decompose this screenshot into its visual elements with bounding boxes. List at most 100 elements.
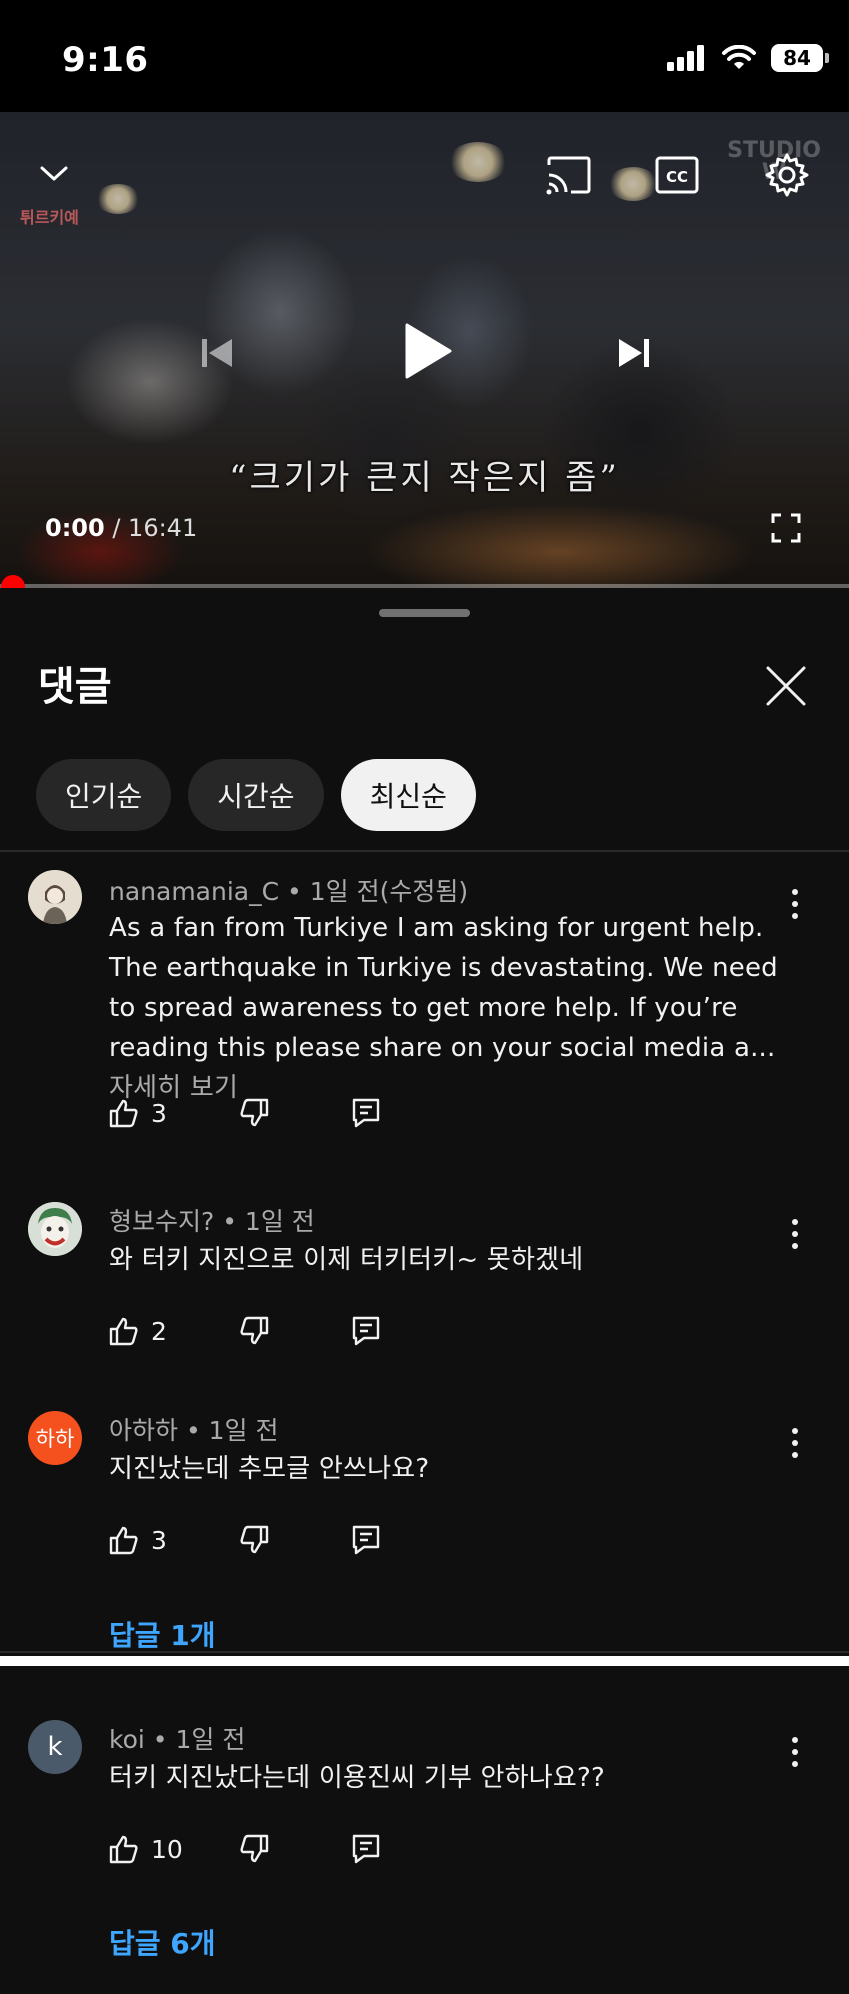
- reply-button[interactable]: [352, 1098, 380, 1128]
- kebab-dot: [792, 901, 798, 907]
- panel-title: 댓글: [38, 664, 112, 710]
- reply-button[interactable]: [352, 1316, 380, 1346]
- chevron-down-icon: [40, 166, 68, 181]
- comment-time: • 1일 전: [144, 1725, 246, 1754]
- cast-button[interactable]: [542, 150, 596, 200]
- thumbs-up-icon: [109, 1526, 138, 1555]
- cast-icon: [546, 156, 591, 195]
- comment-meta: 형보수지? • 1일 전: [109, 1202, 315, 1238]
- fullscreen-button[interactable]: [766, 508, 806, 548]
- time-separator: /: [104, 514, 129, 542]
- reply-button[interactable]: [352, 1525, 380, 1555]
- channel-watermark: 튀르키예: [20, 208, 79, 227]
- replies-link[interactable]: 답글 1개: [109, 1614, 216, 1654]
- comment-meta: koi • 1일 전: [109, 1720, 245, 1756]
- replies-link[interactable]: 답글 6개: [109, 1922, 216, 1962]
- like-count: 3: [151, 1098, 167, 1128]
- play-button[interactable]: [388, 308, 468, 394]
- sort-chips: 인기순 시간순 최신순: [36, 759, 476, 831]
- like-count: 3: [151, 1525, 167, 1555]
- thumbs-down-icon: [240, 1098, 269, 1127]
- comment-meta: 아하하 • 1일 전: [109, 1411, 279, 1447]
- avatar[interactable]: [28, 1202, 82, 1256]
- drag-handle[interactable]: [379, 609, 470, 617]
- reply-icon: [352, 1834, 380, 1864]
- comment-actions: 2: [109, 1316, 380, 1346]
- gear-icon: [765, 153, 809, 197]
- avatar-illustration: [28, 870, 82, 924]
- close-icon: [766, 666, 806, 706]
- comment-author[interactable]: nanamania_C: [109, 877, 279, 906]
- skip-next-icon: [619, 339, 649, 367]
- cellular-signal-icon: [667, 45, 704, 71]
- kebab-dot: [792, 1219, 798, 1225]
- status-time: 9:16: [62, 40, 149, 80]
- comment-author[interactable]: 형보수지?: [109, 1207, 214, 1236]
- captions-icon: CC: [655, 156, 699, 194]
- thumbs-up-icon: [109, 1317, 138, 1346]
- avatar-illustration: [28, 1202, 82, 1256]
- reply-icon: [352, 1525, 380, 1555]
- play-icon: [405, 323, 452, 379]
- dislike-button[interactable]: [239, 1834, 269, 1864]
- fullscreen-icon: [771, 513, 801, 543]
- chip-newest[interactable]: 최신순: [340, 759, 476, 831]
- svg-text:CC: CC: [666, 168, 688, 186]
- reply-icon: [352, 1316, 380, 1346]
- comment-time: • 1일 전(수정됨): [279, 877, 469, 906]
- comment-meta: nanamania_C • 1일 전(수정됨): [109, 872, 468, 908]
- captions-button[interactable]: CC: [652, 150, 702, 200]
- chip-by-time[interactable]: 시간순: [188, 759, 324, 831]
- kebab-dot: [792, 1231, 798, 1237]
- kebab-dot: [792, 1737, 798, 1743]
- settings-button[interactable]: [760, 148, 814, 202]
- timecode: 0:00 / 16:41: [45, 514, 197, 542]
- thumbs-down-icon: [240, 1834, 269, 1863]
- comment-actions: 10: [109, 1834, 380, 1864]
- dislike-button[interactable]: [239, 1525, 269, 1555]
- comment-actions: 3: [109, 1525, 380, 1555]
- close-button[interactable]: [762, 662, 810, 710]
- video-player[interactable]: 튀르키예 STUDIO W CC “크기가 큰지 작은지 좀” 0:00 / 1…: [0, 112, 849, 588]
- avatar[interactable]: k: [28, 1720, 82, 1774]
- battery-indicator: 84: [771, 44, 829, 72]
- comment-text: 터키 지진났다는데 이용진씨 기부 안하나요??: [109, 1763, 606, 1793]
- thumbs-down-icon: [240, 1316, 269, 1345]
- wifi-icon: [722, 45, 756, 69]
- status-bar: 9:16 84: [0, 0, 849, 112]
- previous-button[interactable]: [192, 328, 242, 378]
- comment-text: As a fan from Turkiye I am asking for ur…: [109, 913, 778, 1063]
- kebab-dot: [792, 1428, 798, 1434]
- avatar[interactable]: [28, 870, 82, 924]
- comment-author[interactable]: 아하하: [109, 1416, 178, 1445]
- thumbs-up-icon: [109, 1835, 138, 1864]
- chip-popular[interactable]: 인기순: [36, 759, 172, 831]
- next-button[interactable]: [609, 328, 659, 378]
- avatar[interactable]: 하하: [28, 1411, 82, 1465]
- divider: [0, 1656, 849, 1666]
- dislike-button[interactable]: [239, 1098, 269, 1128]
- divider: [0, 1651, 849, 1653]
- skip-previous-icon: [202, 339, 232, 367]
- divider: [0, 850, 849, 852]
- reply-button[interactable]: [352, 1834, 380, 1864]
- status-icons: 84: [667, 44, 829, 72]
- like-count: 10: [151, 1834, 183, 1864]
- kebab-dot: [792, 1749, 798, 1755]
- thumbs-down-icon: [240, 1525, 269, 1554]
- comment-time: • 1일 전: [214, 1207, 315, 1236]
- kebab-dot: [792, 1440, 798, 1446]
- like-button[interactable]: 10: [109, 1834, 183, 1864]
- collapse-button[interactable]: [34, 154, 74, 194]
- dislike-button[interactable]: [239, 1316, 269, 1346]
- kebab-dot: [792, 889, 798, 895]
- like-button[interactable]: 3: [109, 1525, 167, 1555]
- comment-actions: 3: [109, 1098, 380, 1128]
- like-button[interactable]: 2: [109, 1316, 167, 1346]
- thumbs-up-icon: [109, 1099, 138, 1128]
- comment-text-block: As a fan from Turkiye I am asking for ur…: [109, 908, 799, 1108]
- like-button[interactable]: 3: [109, 1098, 167, 1128]
- comment-author[interactable]: koi: [109, 1725, 145, 1754]
- current-time: 0:00: [45, 514, 105, 542]
- comment-time: • 1일 전: [178, 1416, 279, 1445]
